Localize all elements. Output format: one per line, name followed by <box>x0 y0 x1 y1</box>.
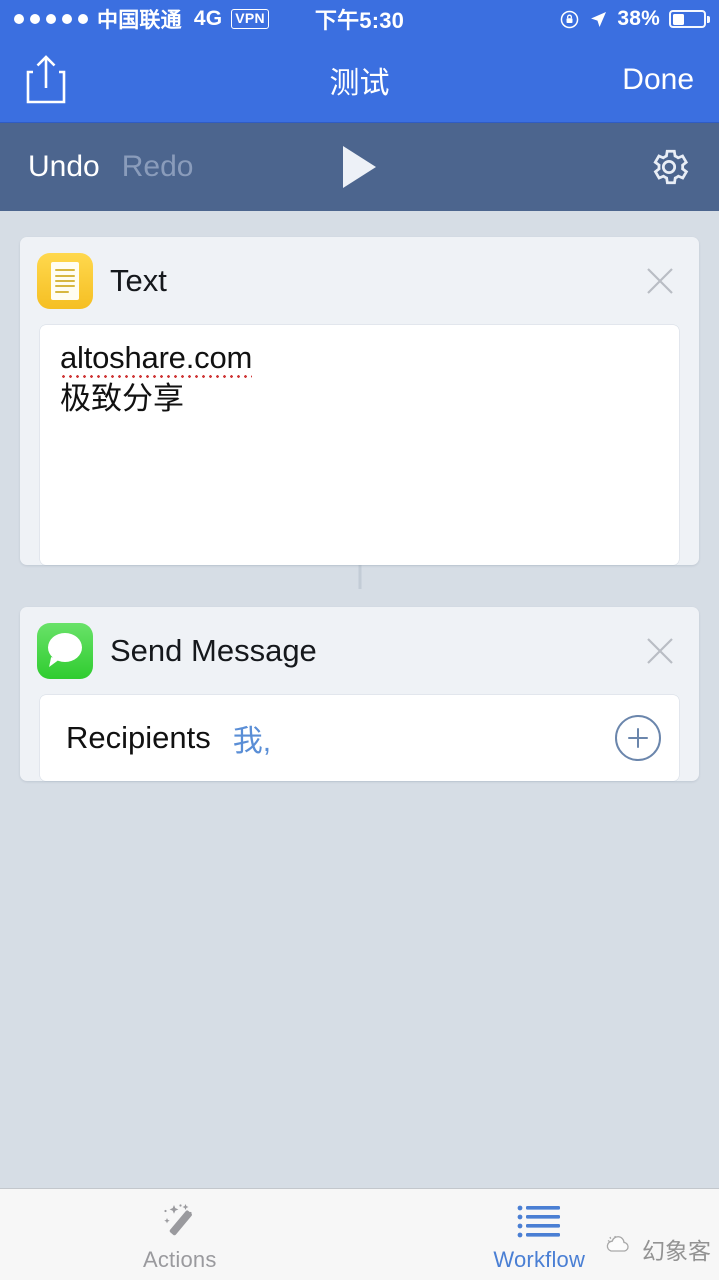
rotation-lock-icon <box>559 9 580 30</box>
action-header: Text <box>20 237 699 325</box>
tab-actions[interactable]: Actions <box>0 1189 360 1280</box>
recipients-value[interactable]: 我, <box>233 716 271 760</box>
network-type-label: 4G <box>193 7 223 30</box>
text-value-line-2: 极致分享 <box>60 380 184 416</box>
recipients-label: Recipients <box>66 720 211 755</box>
plus-circle-icon[interactable] <box>615 715 661 761</box>
editor-toolbar: Undo Redo <box>0 123 719 211</box>
navigation-bar: 测试 Done <box>0 38 719 123</box>
run-workflow-button[interactable] <box>336 142 384 192</box>
close-icon[interactable] <box>643 634 677 668</box>
app-window: 中国联通 4G VPN 下午5:30 38% 测试 Done Undo Redo… <box>0 0 719 1280</box>
workflow-canvas: Text altoshare.com 极致分享 Send Message Rec… <box>0 211 719 1188</box>
watermark-logo-icon <box>605 1234 635 1265</box>
signal-strength-icon <box>14 14 88 24</box>
redo-button[interactable]: Redo <box>122 150 194 184</box>
magic-wand-icon <box>157 1201 203 1243</box>
battery-percent-label: 38% <box>617 7 660 30</box>
recipients-row[interactable]: Recipients 我, <box>40 695 679 781</box>
tab-label: Actions <box>142 1246 217 1272</box>
text-document-icon <box>37 253 93 309</box>
vpn-badge: VPN <box>231 8 269 30</box>
gear-icon[interactable] <box>647 145 691 189</box>
list-icon <box>517 1201 561 1243</box>
location-arrow-icon <box>589 10 608 29</box>
done-button[interactable]: Done <box>622 63 697 97</box>
watermark: 幻象客 <box>605 1232 711 1266</box>
play-icon <box>343 146 376 188</box>
text-value-line-1: altoshare.com <box>60 340 253 378</box>
page-title: 测试 <box>329 67 390 100</box>
carrier-label: 中国联通 <box>97 9 182 32</box>
action-header: Send Message <box>20 607 699 695</box>
action-title: Send Message <box>110 633 317 668</box>
action-card-send-message[interactable]: Send Message Recipients 我, <box>20 607 699 781</box>
undo-button[interactable]: Undo <box>28 150 100 184</box>
tab-bar: Actions Workflow 幻象客 <box>0 1188 719 1280</box>
tab-label: Workflow <box>493 1246 586 1272</box>
status-bar-right: 38% <box>559 7 710 31</box>
text-input-field[interactable]: altoshare.com 极致分享 <box>40 325 679 565</box>
close-icon[interactable] <box>643 264 677 298</box>
share-icon[interactable] <box>22 52 70 108</box>
message-bubble-icon <box>37 623 93 679</box>
watermark-text: 幻象客 <box>642 1239 711 1265</box>
battery-icon <box>669 10 710 28</box>
status-bar-left: 中国联通 4G VPN <box>14 4 269 34</box>
status-bar: 中国联通 4G VPN 下午5:30 38% <box>0 0 719 38</box>
action-title: Text <box>110 263 167 298</box>
action-card-text[interactable]: Text altoshare.com 极致分享 <box>20 237 699 565</box>
